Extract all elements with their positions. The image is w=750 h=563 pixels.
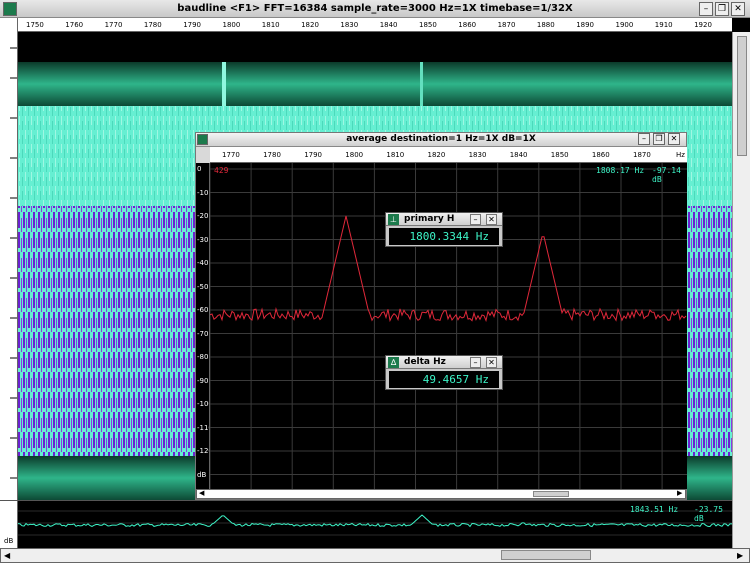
ruler-tick-label: 1860 — [458, 21, 477, 29]
primary-hz-minimize-button[interactable]: – — [470, 214, 481, 225]
average-ruler-tick-label: 1810 — [386, 151, 405, 159]
primary-hz-title-bar[interactable]: ⊥ primary H – ✕ — [386, 213, 502, 226]
ruler-tick-label: 1760 — [65, 21, 84, 29]
average-title: average destination=1 Hz=1X dB=1X — [346, 134, 536, 144]
delta-hz-window[interactable]: ∆ delta Hz – ✕ 49.4657 Hz — [385, 355, 503, 390]
maximize-button[interactable]: ❐ — [715, 2, 729, 16]
db-axis-label: -20 — [197, 212, 209, 220]
main-frequency-ruler[interactable]: 1750 1760 1770 1780 1790 1800 1810 1820 1830 1840… — [18, 18, 732, 32]
average-close-button[interactable]: ✕ — [668, 133, 680, 145]
ruler-tick-label: 1900 — [615, 21, 634, 29]
db-axis-label: -60 — [197, 306, 209, 314]
delta-hz-title-bar[interactable]: ∆ delta Hz – ✕ — [386, 356, 502, 369]
primary-hz-label: primary H — [404, 214, 455, 224]
bottom-spectrum-strip[interactable]: dB 1843.51 Hz -23.75 dB — [0, 500, 732, 549]
average-window[interactable]: average destination=1 Hz=1X dB=1X – ❐ ✕ … — [195, 132, 687, 500]
db-axis-label: dB — [197, 470, 207, 479]
average-maximize-button[interactable]: ❐ — [653, 133, 665, 145]
ruler-tick-label: 1910 — [654, 21, 673, 29]
db-axis-label: -50 — [197, 282, 209, 291]
horizontal-scroll-thumb[interactable] — [501, 550, 591, 560]
ruler-tick-label: 1830 — [340, 21, 359, 29]
average-ruler-tick-label: 1830 — [468, 151, 487, 159]
time-ruler[interactable] — [0, 18, 18, 548]
delta-hz-icon[interactable]: ∆ — [388, 357, 399, 368]
ruler-tick-label: 1890 — [576, 21, 595, 29]
db-axis-label: -30 — [197, 235, 209, 244]
scroll-right-icon[interactable]: ▶ — [737, 551, 743, 560]
ruler-tick-label: 1770 — [104, 21, 123, 29]
ruler-tick-label: 1840 — [379, 21, 398, 29]
cursor-db-readout: -97.14 dB — [652, 166, 681, 184]
average-ruler-tick-label: 1840 — [509, 151, 528, 159]
ruler-tick-label: 1850 — [419, 21, 437, 29]
average-scroll-right-icon[interactable]: ▶ — [677, 489, 682, 497]
main-title-bar[interactable]: baudline <F1> FFT=16384 sample_rate=3000… — [0, 0, 750, 18]
bottom-db-readout: -23.75 dB — [694, 505, 723, 523]
average-horizontal-scrollbar[interactable]: ◀ ▶ — [196, 489, 686, 499]
db-axis-label: -70 — [197, 329, 209, 338]
average-title-bar[interactable]: average destination=1 Hz=1X dB=1X – ❐ ✕ — [196, 133, 686, 147]
scroll-left-icon[interactable]: ◀ — [4, 551, 10, 560]
average-scroll-left-icon[interactable]: ◀ — [199, 489, 204, 497]
delta-hz-value: 49.4657 Hz — [389, 371, 499, 388]
vertical-scroll-thumb[interactable] — [737, 36, 747, 156]
db-axis-label: -80 — [197, 353, 209, 361]
delta-hz-label: delta Hz — [404, 357, 446, 367]
average-ruler-tick-label: Hz — [676, 151, 685, 159]
average-ruler-tick-label: 1850 — [550, 151, 569, 159]
ruler-tick-label: 1790 — [183, 21, 202, 29]
horizontal-scrollbar[interactable]: ◀ ▶ — [0, 548, 750, 563]
average-scroll-thumb[interactable] — [533, 491, 569, 497]
primary-hz-close-button[interactable]: ✕ — [486, 214, 497, 225]
average-ruler-tick-label: 1770 — [222, 151, 240, 159]
ruler-tick-label: 1810 — [261, 21, 280, 29]
ruler-tick-label: 1880 — [536, 21, 555, 29]
average-ruler-tick-label: 1800 — [345, 151, 364, 159]
bottom-db-label: dB — [4, 537, 14, 545]
delta-hz-close-button[interactable]: ✕ — [486, 357, 497, 368]
average-ruler-tick-label: 1870 — [633, 151, 651, 159]
ruler-tick-label: 1800 — [222, 21, 241, 29]
window-title: baudline <F1> FFT=16384 sample_rate=3000… — [177, 3, 573, 14]
db-axis-label: -110 — [197, 423, 209, 432]
db-axis-label: -120 — [197, 447, 209, 455]
bottom-db-ruler: dB — [0, 501, 18, 549]
db-axis-label: -90 — [197, 376, 209, 385]
average-ruler-tick-label: 1860 — [591, 151, 610, 159]
average-ruler-tick-label: 1790 — [304, 151, 323, 159]
average-db-ruler: 0 -10 -20 -30 -40 -50 -60 -70 -80 -90 -100 -110 -120… — [196, 163, 210, 489]
primary-hz-value: 1800.3344 Hz — [389, 228, 499, 245]
average-minimize-button[interactable]: – — [638, 133, 650, 145]
bottom-freq-readout: 1843.51 Hz — [630, 505, 679, 514]
db-axis-label: -10 — [197, 188, 209, 197]
close-button[interactable]: ✕ — [731, 2, 745, 16]
vertical-scrollbar[interactable] — [732, 32, 750, 548]
ruler-tick-label: 1780 — [143, 21, 162, 29]
delta-hz-minimize-button[interactable]: – — [470, 357, 481, 368]
cursor-freq-readout: 1808.17 Hz — [596, 166, 645, 175]
ruler-tick-label: 1920 — [694, 21, 712, 29]
ruler-tick-label: 1820 — [301, 21, 319, 29]
ruler-tick-label: 1870 — [497, 21, 516, 29]
db-axis-label: 0 — [197, 165, 202, 173]
primary-hz-window[interactable]: ⊥ primary H – ✕ 1800.3344 Hz — [385, 212, 503, 247]
average-ruler-tick-label: 1780 — [263, 151, 281, 159]
average-frequency-ruler[interactable]: 1770 1780 1790 1800 1810 1820 1830 1840 1850 1860… — [210, 147, 687, 163]
db-axis-label: -40 — [197, 259, 209, 267]
minimize-button[interactable]: – — [699, 2, 713, 16]
average-ruler-tick-label: 1820 — [427, 151, 446, 159]
db-axis-label: -100 — [197, 400, 209, 408]
primary-hz-icon[interactable]: ⊥ — [388, 214, 399, 225]
frame-counter: 429 — [214, 166, 229, 175]
ruler-tick-label: 1750 — [26, 21, 44, 29]
